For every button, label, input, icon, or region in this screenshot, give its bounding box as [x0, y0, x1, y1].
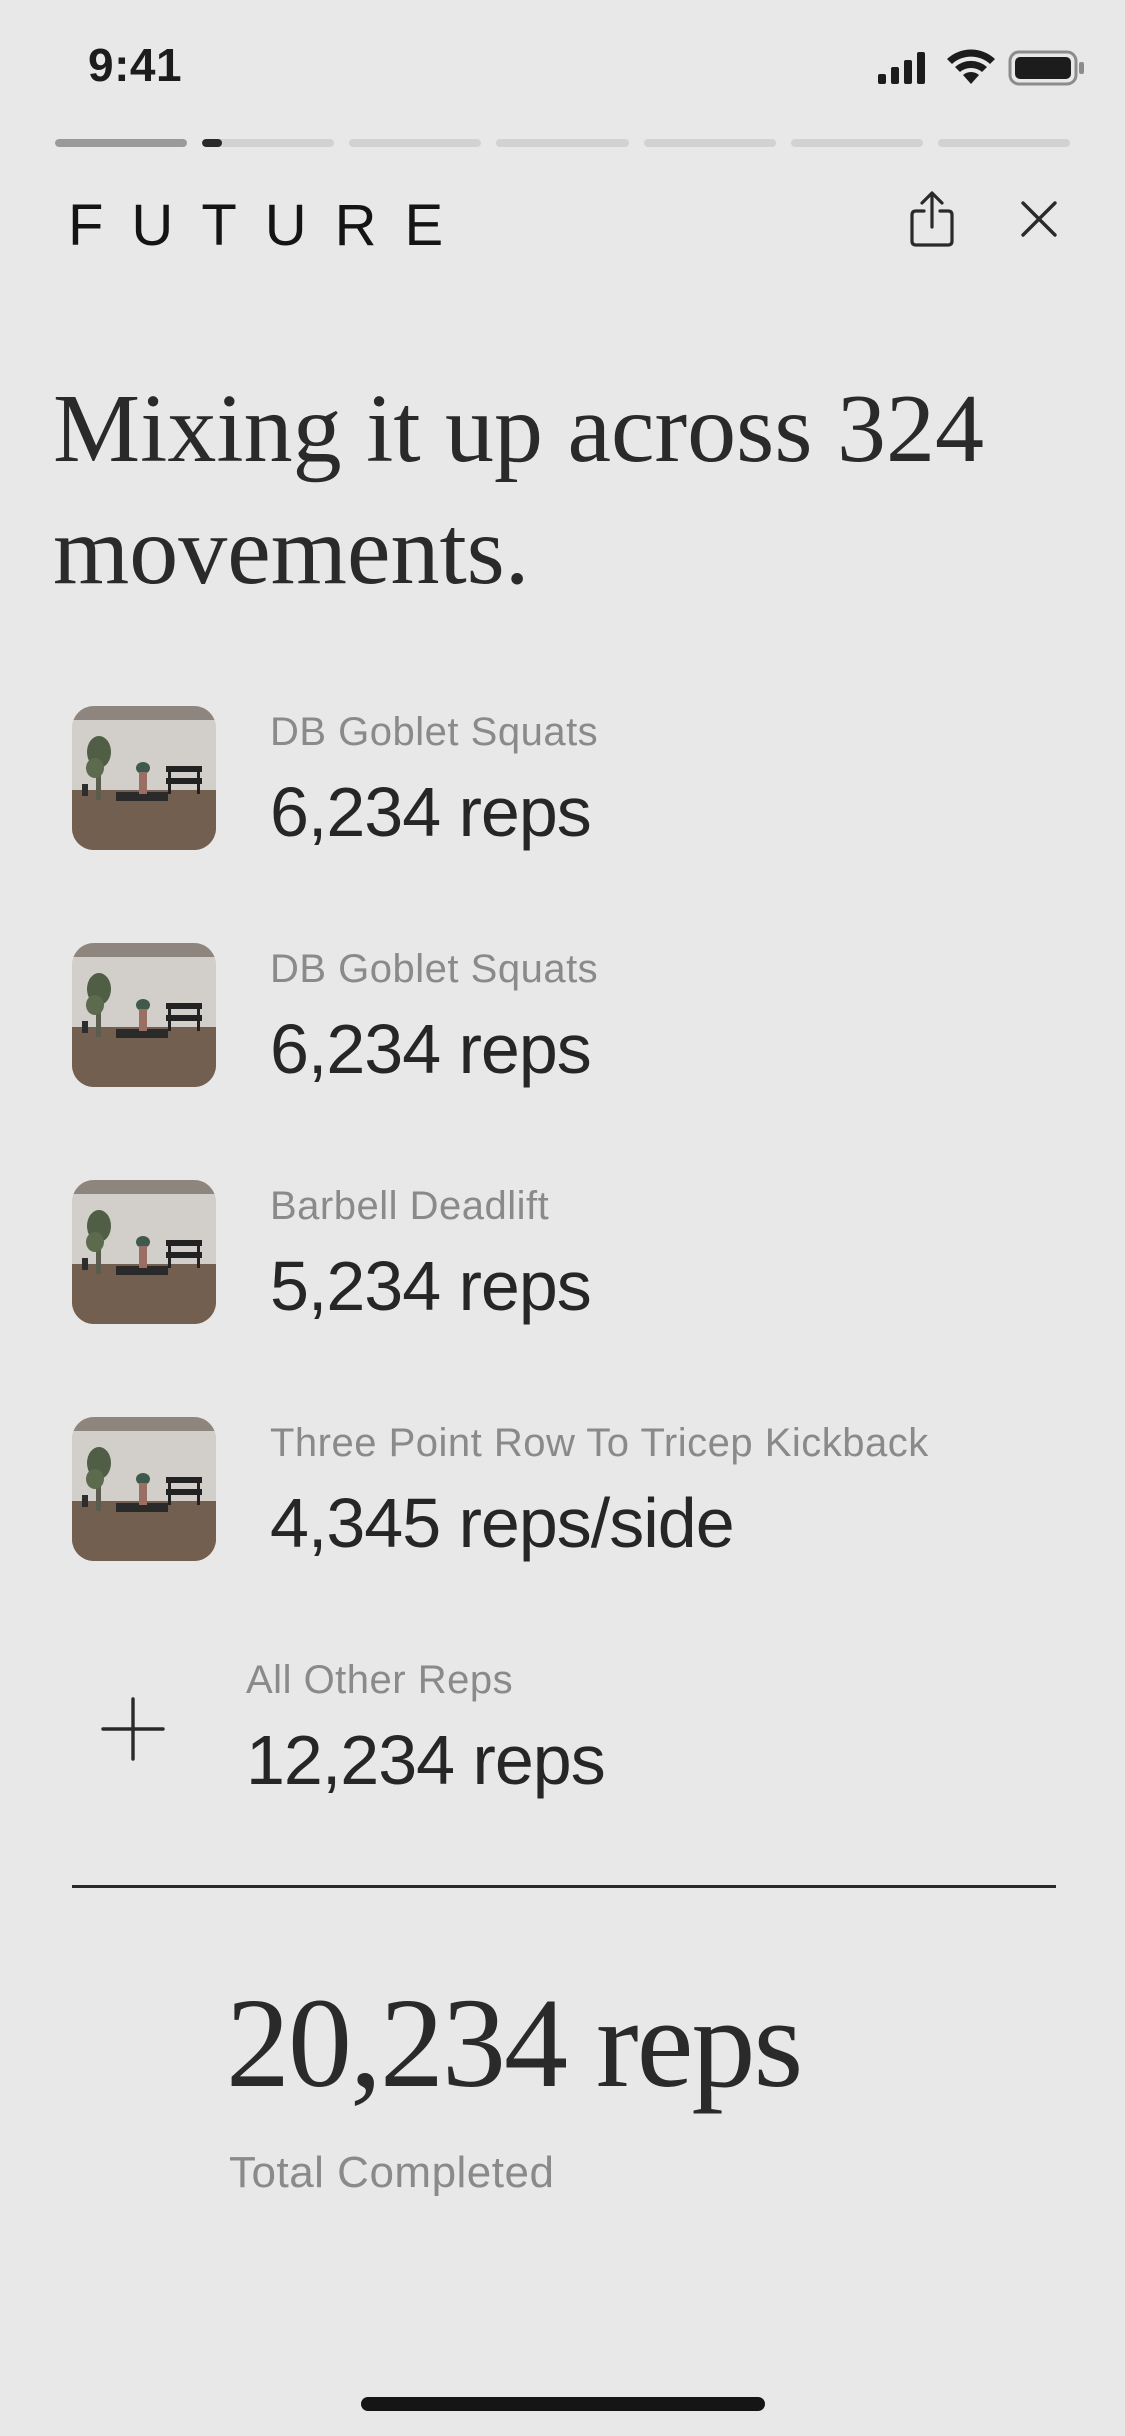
status-icons	[878, 49, 1084, 86]
other-reps-label: All Other Reps	[246, 1658, 514, 1702]
other-reps-value: 12,234 reps	[246, 1721, 606, 1799]
share-button[interactable]	[897, 184, 967, 254]
gym-scene-image	[72, 706, 216, 850]
movement-name: Barbell Deadlift	[270, 1184, 550, 1228]
movement-thumbnail	[72, 943, 216, 1087]
progress-segment-fill	[55, 139, 188, 147]
share-icon	[910, 191, 954, 247]
movement-thumbnail	[72, 706, 216, 850]
movement-reps: 6,234 reps	[270, 773, 592, 851]
movement-row: DB Goblet Squats 6,234 reps	[72, 706, 1072, 851]
progress-segment	[202, 139, 335, 147]
battery-icon	[1008, 50, 1084, 86]
progress-segment	[55, 139, 188, 147]
other-reps-row: All Other Reps 12,234 reps	[72, 1654, 1072, 1799]
progress-segment	[790, 139, 923, 147]
movement-reps: 5,234 reps	[270, 1247, 592, 1325]
plus-icon	[101, 1697, 165, 1761]
movement-thumbnail	[72, 1180, 216, 1324]
movement-row: DB Goblet Squats 6,234 reps	[72, 943, 1072, 1088]
progress-segment	[937, 139, 1070, 147]
gym-scene-image	[72, 943, 216, 1087]
close-button[interactable]	[1004, 184, 1074, 254]
headline: Mixing it up across 324 movements.	[53, 375, 984, 605]
progress-segment-fill	[202, 139, 222, 147]
divider	[72, 1885, 1056, 1888]
future-logo: FUTURE	[68, 193, 472, 258]
home-indicator[interactable]	[361, 2397, 765, 2411]
cellular-signal-icon	[878, 52, 925, 84]
movement-name: DB Goblet Squats	[270, 947, 599, 991]
progress-segment	[349, 139, 482, 147]
movement-name: DB Goblet Squats	[270, 710, 599, 754]
movement-reps: 4,345 reps/side	[270, 1484, 735, 1562]
progress-segment	[496, 139, 629, 147]
gym-scene-image	[72, 1417, 216, 1561]
movement-name: Three Point Row To Tricep Kickback	[270, 1421, 929, 1465]
total-reps-label: Total Completed	[229, 2148, 555, 2197]
progress-segment	[643, 139, 776, 147]
movement-row: Barbell Deadlift 5,234 reps	[72, 1180, 1072, 1325]
status-time: 9:41	[88, 39, 183, 91]
wifi-icon	[947, 49, 995, 84]
gym-scene-image	[72, 1180, 216, 1324]
movement-row: Three Point Row To Tricep Kickback 4,345…	[72, 1417, 1072, 1562]
total-reps-value: 20,234 reps	[226, 1972, 803, 2114]
movement-thumbnail	[72, 1417, 216, 1561]
movement-reps: 6,234 reps	[270, 1010, 592, 1088]
story-progress	[55, 139, 1070, 147]
close-icon	[1021, 201, 1057, 237]
